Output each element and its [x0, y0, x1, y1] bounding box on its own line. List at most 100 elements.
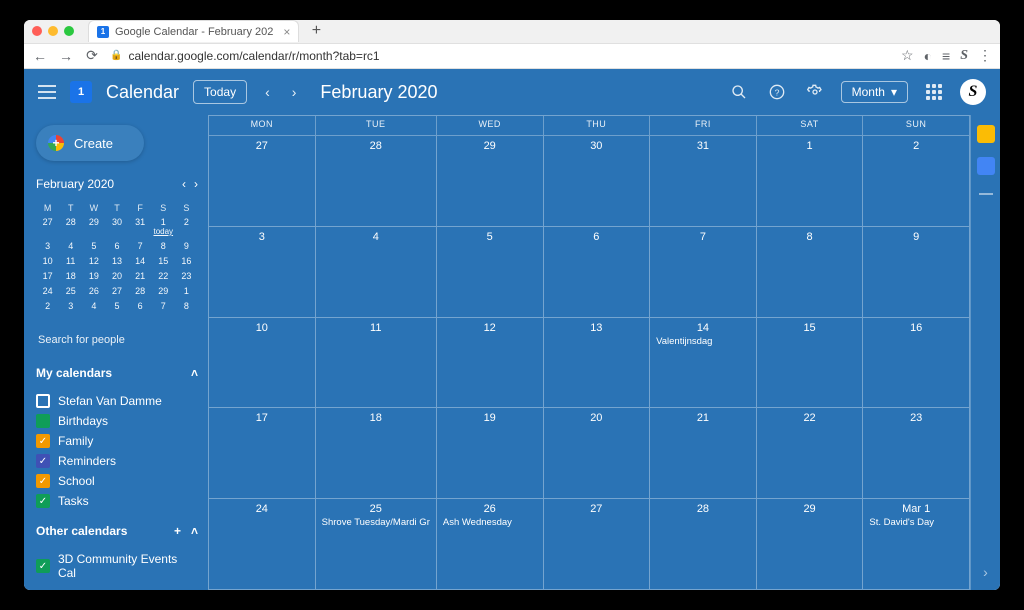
extension-icon-1[interactable]: ◐	[924, 48, 932, 64]
day-cell[interactable]: 1	[757, 136, 864, 227]
calendar-checkbox[interactable]: ✓	[36, 559, 50, 573]
mini-day-cell[interactable]: 1	[175, 285, 198, 297]
day-cell[interactable]: 25Shrove Tuesday/Mardi Gr	[316, 499, 437, 590]
event-chip[interactable]: Ash Wednesday	[443, 517, 537, 528]
day-cell[interactable]: 3	[209, 227, 316, 318]
mini-day-cell[interactable]: 30	[105, 216, 128, 237]
day-cell[interactable]: 19	[437, 408, 544, 499]
mini-next-icon[interactable]: ›	[194, 177, 198, 191]
next-period-button[interactable]: ›	[288, 82, 301, 102]
mini-day-cell[interactable]: 22	[152, 270, 175, 282]
mini-day-cell[interactable]: 14	[129, 255, 152, 267]
mini-day-cell[interactable]: 2	[175, 216, 198, 237]
search-icon[interactable]	[727, 80, 751, 104]
day-cell[interactable]: 28	[316, 136, 437, 227]
day-cell[interactable]: 5	[437, 227, 544, 318]
close-window-dot[interactable]	[32, 26, 42, 36]
extension-icon-2[interactable]: ≡	[942, 48, 950, 64]
day-cell[interactable]: 28	[650, 499, 757, 590]
reload-button[interactable]: ⟳	[84, 48, 100, 64]
day-cell[interactable]: 2	[863, 136, 970, 227]
extension-icon-s[interactable]: S	[960, 48, 968, 64]
day-cell[interactable]: 10	[209, 318, 316, 409]
mini-day-cell[interactable]: 17	[36, 270, 59, 282]
google-apps-icon[interactable]	[922, 80, 946, 104]
bookmark-star-icon[interactable]: ☆	[901, 47, 914, 64]
mini-day-cell[interactable]: 6	[129, 300, 152, 312]
back-button[interactable]: ←	[32, 48, 48, 64]
day-cell[interactable]: 30	[544, 136, 651, 227]
mini-day-cell[interactable]: 5	[82, 240, 105, 252]
mini-day-cell[interactable]: 26	[82, 285, 105, 297]
mini-day-cell[interactable]: 4	[59, 240, 82, 252]
day-cell[interactable]: 31	[650, 136, 757, 227]
mini-day-cell[interactable]: 10	[36, 255, 59, 267]
day-cell[interactable]: 9	[863, 227, 970, 318]
day-cell[interactable]: 14Valentijnsdag	[650, 318, 757, 409]
mini-day-cell[interactable]: 24	[36, 285, 59, 297]
day-cell[interactable]: 27	[209, 136, 316, 227]
browser-tab[interactable]: 1 Google Calendar - February 202 ×	[88, 20, 299, 42]
close-tab-icon[interactable]: ×	[283, 25, 290, 39]
mini-day-cell[interactable]: 1today	[152, 216, 175, 237]
day-cell[interactable]: 15	[757, 318, 864, 409]
mini-day-cell[interactable]: 27	[36, 216, 59, 237]
day-cell[interactable]: 29	[437, 136, 544, 227]
mini-day-cell[interactable]: 12	[82, 255, 105, 267]
calendar-item[interactable]: ✓3D Community Events Cal	[36, 552, 198, 580]
calendar-item[interactable]: ✓School	[36, 474, 198, 488]
forward-button[interactable]: →	[58, 48, 74, 64]
mini-day-cell[interactable]: 3	[36, 240, 59, 252]
create-button[interactable]: Create	[36, 125, 144, 161]
mini-day-cell[interactable]: 18	[59, 270, 82, 282]
add-calendar-icon[interactable]: +	[174, 524, 181, 538]
mini-day-cell[interactable]: 6	[105, 240, 128, 252]
day-cell[interactable]: 13	[544, 318, 651, 409]
mini-day-cell[interactable]: 8	[175, 300, 198, 312]
day-cell[interactable]: 17	[209, 408, 316, 499]
event-chip[interactable]: Shrove Tuesday/Mardi Gr	[322, 517, 430, 528]
mini-day-cell[interactable]: 4	[82, 300, 105, 312]
day-cell[interactable]: 18	[316, 408, 437, 499]
mini-day-cell[interactable]: 27	[105, 285, 128, 297]
day-cell[interactable]: 21	[650, 408, 757, 499]
day-cell[interactable]: 22	[757, 408, 864, 499]
main-menu-icon[interactable]	[38, 85, 56, 99]
month-grid[interactable]: MONTUEWEDTHUFRISATSUN2728293031123456789…	[208, 115, 970, 590]
mini-day-cell[interactable]: 20	[105, 270, 128, 282]
mini-day-cell[interactable]: 2	[36, 300, 59, 312]
calendar-item[interactable]: ✓Family	[36, 434, 198, 448]
mini-day-cell[interactable]: 13	[105, 255, 128, 267]
event-chip[interactable]: Valentijnsdag	[656, 336, 750, 347]
day-cell[interactable]: Mar 1St. David's Day	[863, 499, 970, 590]
day-cell[interactable]: 8	[757, 227, 864, 318]
day-cell[interactable]: 16	[863, 318, 970, 409]
browser-menu-icon[interactable]: ⋮	[978, 47, 992, 64]
search-people-input[interactable]: Search for people	[36, 330, 198, 350]
day-cell[interactable]: 29	[757, 499, 864, 590]
mini-day-cell[interactable]: 9	[175, 240, 198, 252]
mini-day-cell[interactable]: 3	[59, 300, 82, 312]
day-cell[interactable]: 12	[437, 318, 544, 409]
mini-day-cell[interactable]: 5	[105, 300, 128, 312]
address-bar[interactable]: 🔒 calendar.google.com/calendar/r/month?t…	[110, 49, 891, 63]
mini-prev-icon[interactable]: ‹	[182, 177, 186, 191]
mini-day-cell[interactable]: 25	[59, 285, 82, 297]
day-cell[interactable]: 24	[209, 499, 316, 590]
help-icon[interactable]: ?	[765, 80, 789, 104]
day-cell[interactable]: 7	[650, 227, 757, 318]
mini-day-cell[interactable]: 28	[59, 216, 82, 237]
calendar-item[interactable]: Stefan Van Damme	[36, 394, 198, 408]
minimize-window-dot[interactable]	[48, 26, 58, 36]
collapse-icon[interactable]: ˄	[191, 524, 198, 538]
keep-icon[interactable]	[977, 125, 995, 143]
mini-day-cell[interactable]: 21	[129, 270, 152, 282]
day-cell[interactable]: 26Ash Wednesday	[437, 499, 544, 590]
mini-day-cell[interactable]: 7	[152, 300, 175, 312]
settings-gear-icon[interactable]	[803, 80, 827, 104]
today-button[interactable]: Today	[193, 80, 247, 104]
day-cell[interactable]: 23	[863, 408, 970, 499]
day-cell[interactable]: 11	[316, 318, 437, 409]
collapse-icon[interactable]: ˄	[191, 366, 198, 380]
prev-period-button[interactable]: ‹	[261, 82, 274, 102]
